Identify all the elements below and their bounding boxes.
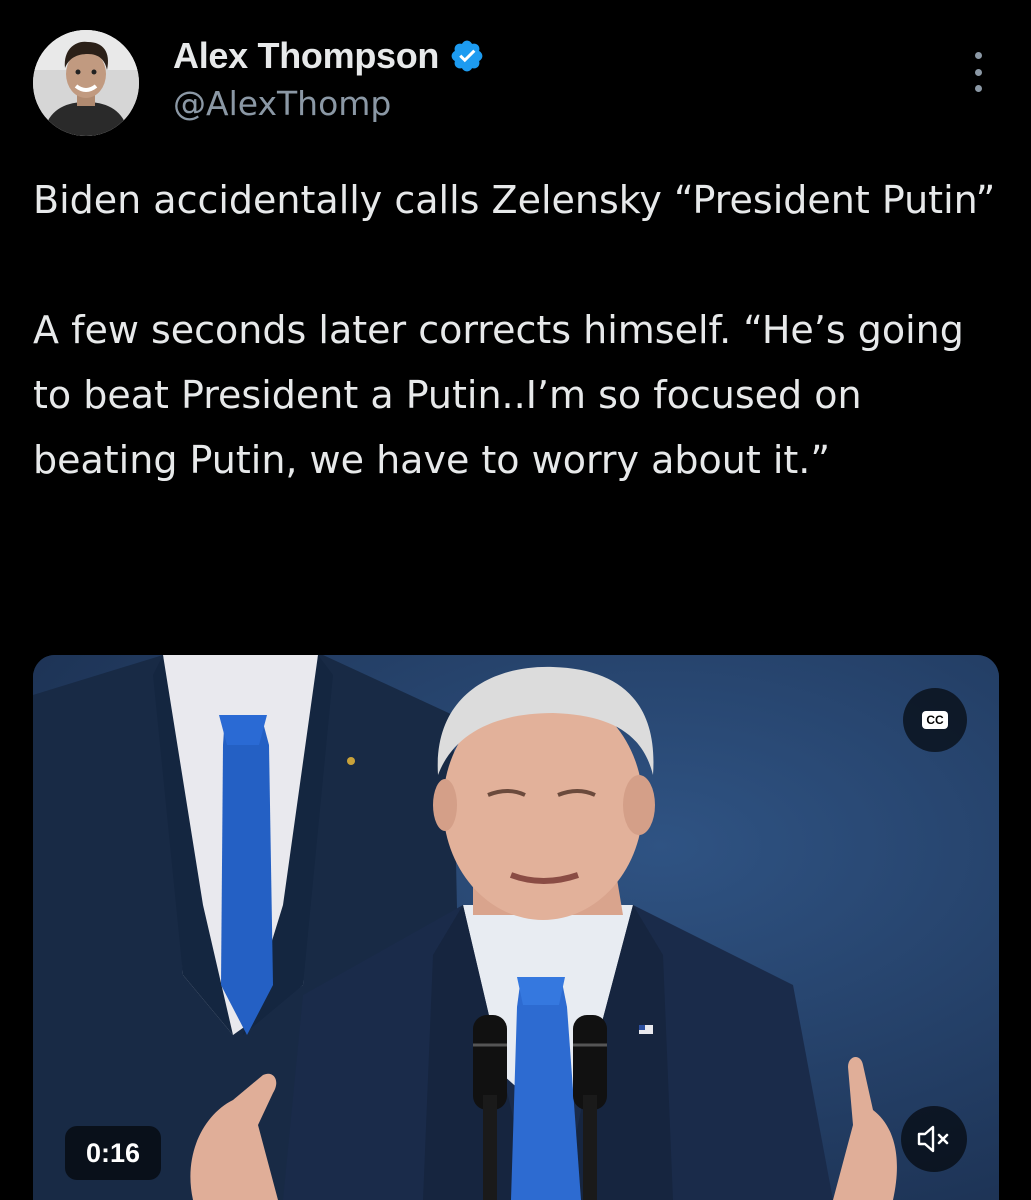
closed-captions-button[interactable]: CC xyxy=(903,688,967,752)
video-player[interactable]: CC 0:16 xyxy=(33,655,999,1200)
author-handle[interactable]: @AlexThomp xyxy=(173,84,391,124)
more-dot xyxy=(974,52,982,59)
avatar[interactable] xyxy=(33,30,139,136)
closed-captions-icon: CC xyxy=(922,711,948,729)
tweet-header: Alex Thompson @AlexThomp xyxy=(0,0,1031,150)
author-display-name[interactable]: Alex Thompson xyxy=(173,34,439,78)
video-frame xyxy=(33,655,999,1200)
more-dot xyxy=(974,85,982,92)
more-options-icon[interactable] xyxy=(968,52,988,92)
volume-muted-icon xyxy=(917,1125,949,1153)
verified-badge-icon xyxy=(451,40,483,72)
author-name-row: Alex Thompson xyxy=(173,34,485,78)
mute-toggle-button[interactable] xyxy=(901,1106,967,1172)
video-duration: 0:16 xyxy=(65,1126,161,1180)
more-dot xyxy=(974,68,982,76)
avatar-image xyxy=(33,30,139,136)
tweet-text: Biden accidentally calls Zelensky “Presi… xyxy=(33,178,996,482)
